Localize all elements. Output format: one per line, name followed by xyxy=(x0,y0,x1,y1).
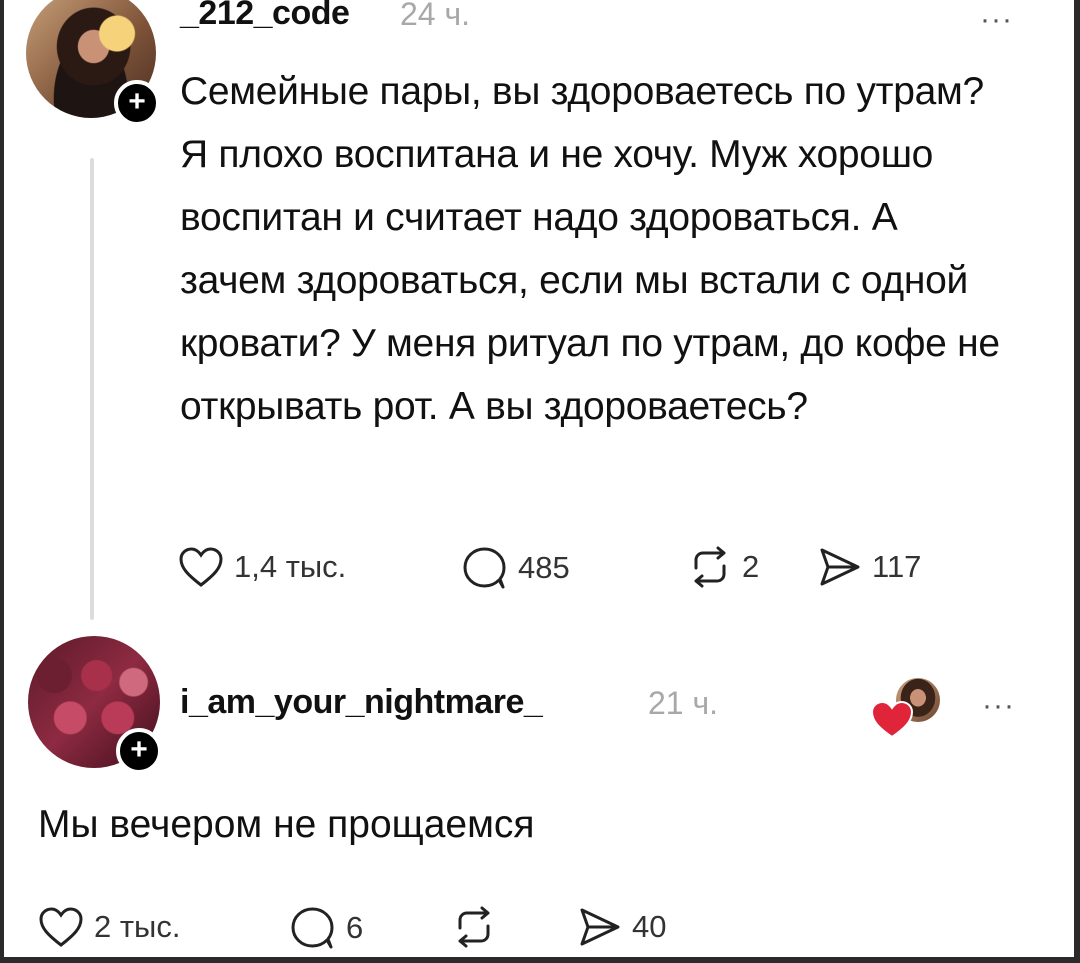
post-repost-button[interactable]: 2 xyxy=(688,546,759,588)
thread-connector-line xyxy=(90,158,94,620)
heart-outline-icon xyxy=(179,547,223,587)
post-repost-count: 2 xyxy=(742,549,760,584)
frame-left-border xyxy=(0,0,4,963)
red-heart-icon xyxy=(870,700,914,739)
reply-username[interactable]: i_am_your_nightmare_ xyxy=(180,683,543,722)
frame-right-border xyxy=(1074,0,1080,963)
post-timestamp: 24 ч. xyxy=(400,0,471,32)
frame-bottom-border xyxy=(0,957,1080,963)
heart-outline-icon xyxy=(39,907,83,947)
reply-body-text: Мы вечером не прощаемся xyxy=(38,803,535,846)
post-more-options-button[interactable]: ··· xyxy=(980,5,1013,35)
repost-arrows-icon xyxy=(694,546,726,588)
reply-share-button[interactable]: 40 xyxy=(578,906,666,948)
send-arrow-icon xyxy=(580,908,620,946)
speech-bubble-icon xyxy=(463,547,506,589)
reply-repost-button[interactable] xyxy=(452,906,506,948)
reply-comment-button[interactable]: 6 xyxy=(290,906,363,950)
reply-comment-count: 6 xyxy=(346,910,364,945)
follow-plus-button[interactable]: + xyxy=(116,728,162,774)
post-like-button[interactable]: 1,4 тыс. xyxy=(178,546,346,588)
repost-arrows-icon xyxy=(458,906,490,948)
follow-plus-button[interactable]: + xyxy=(114,80,160,126)
post-like-count: 1,4 тыс. xyxy=(234,549,347,584)
post-share-button[interactable]: 117 xyxy=(818,546,921,588)
reply-like-button[interactable]: 2 тыс. xyxy=(38,906,180,948)
speech-bubble-icon xyxy=(291,907,334,949)
post-comment-button[interactable]: 485 xyxy=(462,546,570,590)
post-body-text: Семейные пары, вы здороваетесь по утрам?… xyxy=(180,70,1000,428)
post-share-count: 117 xyxy=(872,549,922,584)
reply-like-count: 2 тыс. xyxy=(94,909,181,944)
reply-share-count: 40 xyxy=(632,909,667,944)
post-username[interactable]: _212_code xyxy=(180,0,350,33)
reply-timestamp: 21 ч. xyxy=(648,685,719,721)
send-arrow-icon xyxy=(820,548,860,586)
post-comment-count: 485 xyxy=(518,550,570,585)
reply-more-options-button[interactable]: ··· xyxy=(982,691,1015,721)
